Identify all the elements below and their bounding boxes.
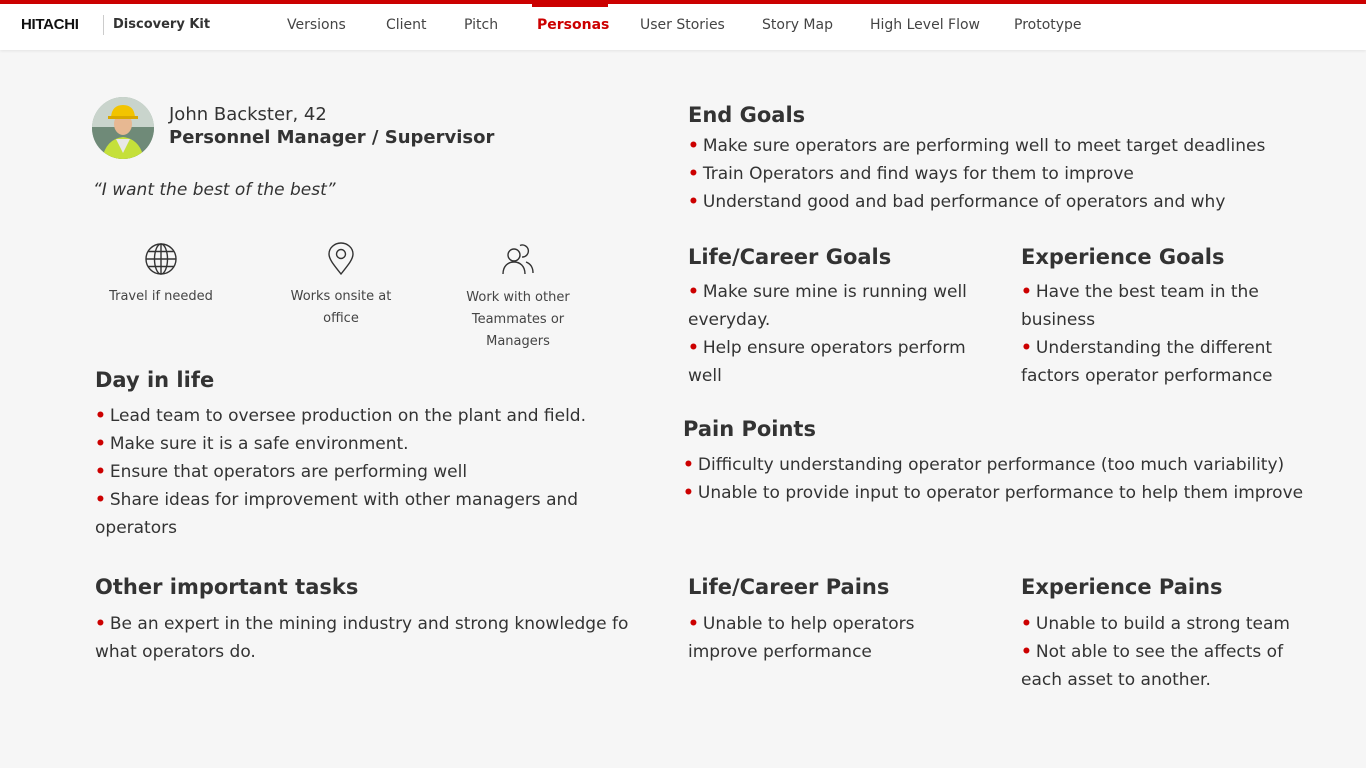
nav-client[interactable]: Client bbox=[386, 17, 427, 33]
people-icon bbox=[502, 244, 534, 275]
list-item: • Understanding the different factors ope… bbox=[1021, 338, 1273, 386]
persona-avatar bbox=[92, 97, 154, 159]
logo-divider bbox=[103, 15, 104, 35]
nav-story-map[interactable]: Story Map bbox=[762, 17, 833, 33]
life-pains-title: Life/Career Pains bbox=[688, 575, 890, 599]
nav-personas[interactable]: Personas bbox=[537, 17, 609, 33]
list-item: • Train Operators and find ways for them … bbox=[688, 164, 1134, 184]
list-item: • Make sure operators are performing well… bbox=[688, 136, 1266, 156]
attribute-travel-label: Travel if needed bbox=[109, 289, 213, 304]
list-item: • Unable to provide input to operator per… bbox=[683, 483, 1304, 503]
experience-pains-title: Experience Pains bbox=[1021, 575, 1223, 599]
end-goals-title: End Goals bbox=[688, 103, 806, 127]
list-item: • Make sure mine is running well everyday… bbox=[688, 282, 967, 330]
nav-versions[interactable]: Versions bbox=[287, 17, 346, 33]
nav-high-level-flow[interactable]: High Level Flow bbox=[870, 17, 980, 33]
persona-name: John Backster, 42 bbox=[169, 104, 327, 125]
list-item: • Lead team to oversee production on the … bbox=[95, 406, 586, 426]
attribute-team-label: Work with other Teammates or Managers bbox=[466, 290, 570, 349]
experience-goals-title: Experience Goals bbox=[1021, 245, 1225, 269]
list-item: • Ensure that operators are performing we… bbox=[95, 462, 468, 482]
active-tab-indicator bbox=[532, 4, 608, 7]
list-item: • Be an expert in the mining industry and… bbox=[95, 614, 629, 662]
day-in-life-list: • Lead team to oversee production on the … bbox=[95, 402, 625, 542]
product-name[interactable]: Discovery Kit bbox=[113, 17, 210, 32]
nav-pitch[interactable]: Pitch bbox=[464, 17, 498, 33]
hitachi-logo[interactable]: HITACHI bbox=[21, 16, 79, 33]
list-item: • Share ideas for improvement with other … bbox=[95, 490, 579, 538]
persona-role: Personnel Manager / Supervisor bbox=[169, 127, 495, 148]
life-pains-list: • Unable to help operators improve perfor… bbox=[688, 610, 978, 666]
list-item: • Unable to build a strong team bbox=[1021, 614, 1290, 634]
list-item: • Not able to see the affects of each ass… bbox=[1021, 642, 1284, 690]
life-goals-list: • Make sure mine is running well everyday… bbox=[688, 278, 993, 390]
list-item: • Have the best team in the business bbox=[1021, 282, 1259, 330]
nav-user-stories[interactable]: User Stories bbox=[640, 17, 725, 33]
list-item: • Understand good and bad performance of … bbox=[688, 192, 1226, 212]
app-header: HITACHI Discovery Kit Versions Client Pi… bbox=[0, 4, 1366, 50]
list-item: • Make sure it is a safe environment. bbox=[95, 434, 409, 454]
persona-quote: “I want the best of the best” bbox=[93, 180, 336, 200]
end-goals-list: • Make sure operators are performing well… bbox=[688, 132, 1348, 216]
other-tasks-list: • Be an expert in the mining industry and… bbox=[95, 610, 640, 666]
attribute-onsite-label: Works onsite at office bbox=[290, 289, 392, 326]
list-item: • Unable to help operators improve perfor… bbox=[688, 614, 915, 662]
list-item: • Help ensure operators perform well bbox=[688, 338, 966, 386]
other-tasks-title: Other important tasks bbox=[95, 575, 359, 599]
globe-icon bbox=[145, 243, 177, 275]
pain-points-list: • Difficulty understanding operator perfo… bbox=[683, 451, 1353, 507]
location-pin-icon bbox=[328, 242, 354, 276]
list-item: • Difficulty understanding operator perfo… bbox=[683, 455, 1285, 475]
life-goals-title: Life/Career Goals bbox=[688, 245, 892, 269]
day-in-life-title: Day in life bbox=[95, 368, 215, 392]
nav-prototype[interactable]: Prototype bbox=[1014, 17, 1082, 33]
pain-points-title: Pain Points bbox=[683, 417, 816, 441]
experience-pains-list: • Unable to build a strong team • Not able… bbox=[1021, 610, 1321, 694]
experience-goals-list: • Have the best team in the business • Und… bbox=[1021, 278, 1321, 390]
